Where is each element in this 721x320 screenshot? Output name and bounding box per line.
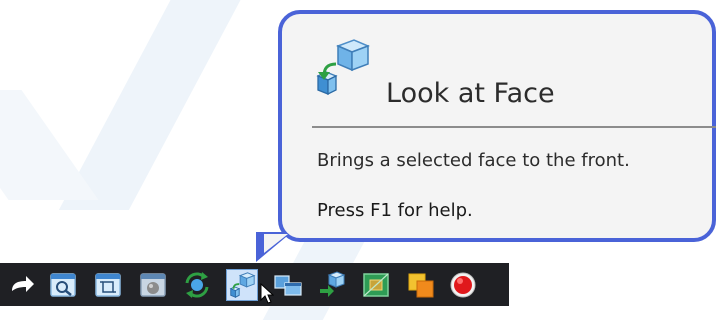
tooltip-divider <box>312 126 716 128</box>
tooltip: Look at Face Brings a selected face to t… <box>278 10 716 242</box>
watermark-shape <box>0 90 99 200</box>
render-view-icon[interactable] <box>137 269 169 301</box>
view-toolbar <box>0 263 509 306</box>
look-at-face-icon <box>312 38 374 100</box>
tooltip-help-text: Press F1 for help. <box>317 200 473 221</box>
section-view-icon[interactable] <box>360 269 392 301</box>
tooltip-description: Brings a selected face to the front. <box>317 150 630 171</box>
view-orientation-icon[interactable] <box>272 269 304 301</box>
tooltip-title: Look at Face <box>386 78 555 109</box>
record-icon[interactable] <box>447 269 479 301</box>
rotate-view-icon[interactable] <box>181 269 213 301</box>
zoom-extents-icon[interactable] <box>92 269 124 301</box>
arrow-icon[interactable] <box>6 269 38 301</box>
mouse-cursor-icon <box>260 283 274 304</box>
watermark-shape <box>58 0 252 210</box>
zoom-window-icon[interactable] <box>47 269 79 301</box>
look-at-face-icon[interactable] <box>226 269 258 301</box>
tooltip-pointer-fill <box>264 234 288 253</box>
move-face-icon[interactable] <box>317 269 349 301</box>
overlap-icon[interactable] <box>405 269 437 301</box>
